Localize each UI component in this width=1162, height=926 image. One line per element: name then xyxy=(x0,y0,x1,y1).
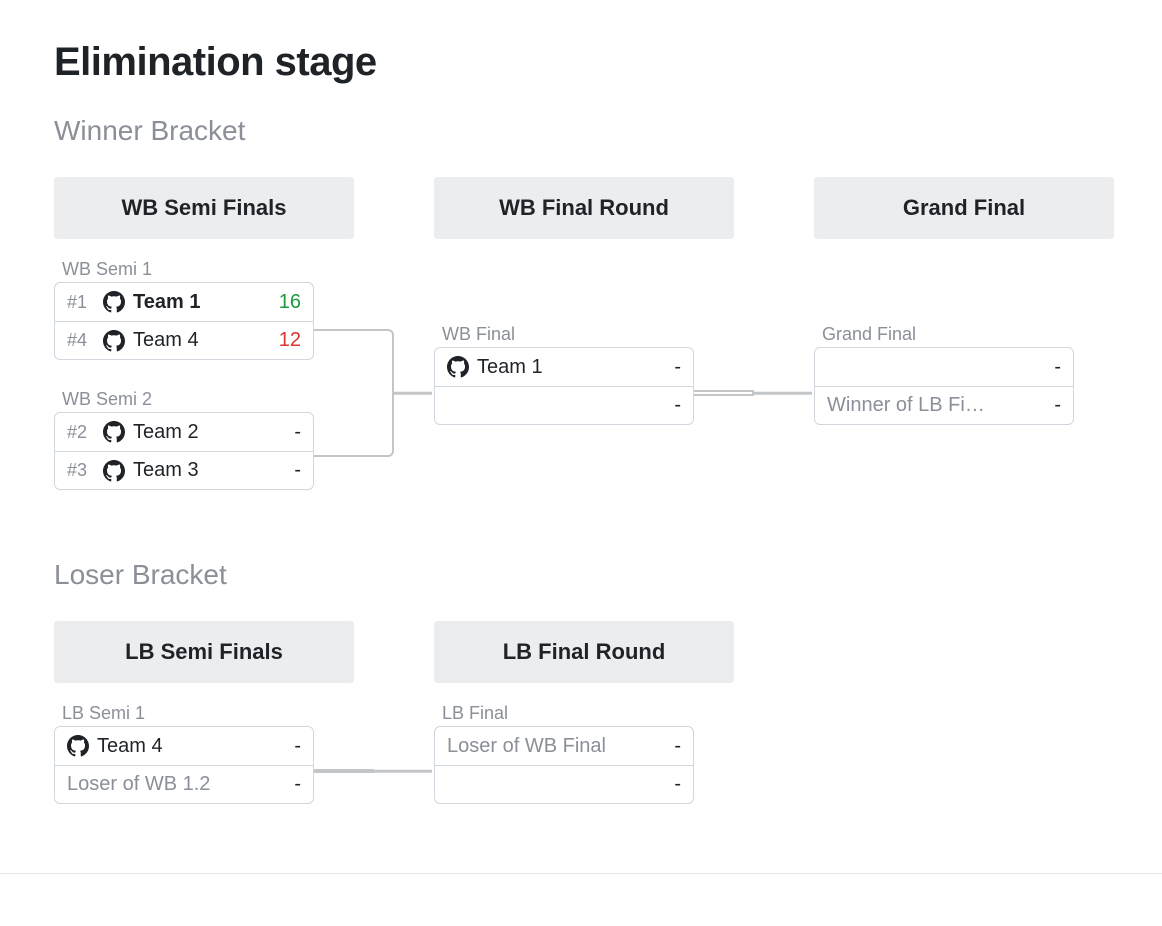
seed-label: #2 xyxy=(67,422,95,443)
github-icon xyxy=(67,735,89,757)
github-icon xyxy=(103,291,125,313)
github-icon xyxy=(103,421,125,443)
page-title: Elimination stage xyxy=(54,40,1162,85)
page-divider xyxy=(0,873,1162,874)
team-row: #3 Team 3 - xyxy=(55,451,313,489)
match-lb-final[interactable]: LB Final Loser of WB Final - - xyxy=(434,703,694,804)
score: - xyxy=(1031,394,1061,417)
lb-round-headers: LB Semi Finals LB Final Round xyxy=(54,621,1162,683)
github-icon xyxy=(103,460,125,482)
wb-round-header-final: WB Final Round xyxy=(434,177,734,239)
seed-label: #3 xyxy=(67,460,95,481)
match-caption: Grand Final xyxy=(822,324,1074,345)
team-row: #4 Team 4 12 xyxy=(55,321,313,359)
wb-round-header-grand: Grand Final xyxy=(814,177,1114,239)
team-row: - xyxy=(815,348,1073,386)
lb-round-header-semis: LB Semi Finals xyxy=(54,621,354,683)
team-row: - xyxy=(435,386,693,424)
score: - xyxy=(1031,356,1061,379)
score: - xyxy=(651,735,681,758)
team-name: Team 4 xyxy=(67,735,263,758)
score: - xyxy=(651,394,681,417)
match-caption: WB Final xyxy=(442,324,694,345)
team-name: Team 3 xyxy=(103,459,263,482)
match-caption: WB Semi 2 xyxy=(62,389,314,410)
score: - xyxy=(651,773,681,796)
team-row: Loser of WB Final - xyxy=(435,727,693,765)
team-row: - xyxy=(435,765,693,803)
score: - xyxy=(271,421,301,444)
wb-connector-semis-to-final xyxy=(314,329,394,457)
team-name: Loser of WB Final xyxy=(447,735,643,758)
wb-round-header-semis: WB Semi Finals xyxy=(54,177,354,239)
team-name: Team 4 xyxy=(103,329,263,352)
lb-round-header-final: LB Final Round xyxy=(434,621,734,683)
team-row: #2 Team 2 - xyxy=(55,413,313,451)
team-row: #1 Team 1 16 xyxy=(55,283,313,321)
team-row: Winner of LB Fi… - xyxy=(815,386,1073,424)
score: - xyxy=(271,459,301,482)
winner-bracket-label: Winner Bracket xyxy=(54,115,1162,147)
match-caption: WB Semi 1 xyxy=(62,259,314,280)
github-icon xyxy=(103,330,125,352)
match-caption: LB Semi 1 xyxy=(62,703,314,724)
score: - xyxy=(271,773,301,796)
score: 12 xyxy=(271,329,301,352)
winner-bracket: Winner Bracket WB Semi Finals WB Final R… xyxy=(54,115,1162,519)
score: - xyxy=(651,356,681,379)
team-name: Loser of WB 1.2 xyxy=(67,773,263,796)
team-name: Team 1 xyxy=(447,356,643,379)
seed-label: #4 xyxy=(67,330,95,351)
loser-bracket: Loser Bracket LB Semi Finals LB Final Ro… xyxy=(54,559,1162,833)
score: 16 xyxy=(271,291,301,314)
team-name: Team 1 xyxy=(103,291,263,314)
wb-connector-final-to-grand xyxy=(694,390,754,396)
github-icon xyxy=(447,356,469,378)
match-wb-final[interactable]: WB Final Team 1 - - xyxy=(434,324,694,425)
team-row: Team 1 - xyxy=(435,348,693,386)
team-row: Team 4 - xyxy=(55,727,313,765)
match-wb-semi-1[interactable]: WB Semi 1 #1 Team 1 16 #4 Team 4 xyxy=(54,259,314,360)
match-caption: LB Final xyxy=(442,703,694,724)
match-lb-semi-1[interactable]: LB Semi 1 Team 4 - Loser of WB 1.2 - xyxy=(54,703,314,804)
lb-connector-semi-to-final xyxy=(314,769,374,773)
match-wb-semi-2[interactable]: WB Semi 2 #2 Team 2 - #3 Team 3 xyxy=(54,389,314,490)
score: - xyxy=(271,735,301,758)
team-name: Team 2 xyxy=(103,421,263,444)
seed-label: #1 xyxy=(67,292,95,313)
team-row: Loser of WB 1.2 - xyxy=(55,765,313,803)
team-name: Winner of LB Fi… xyxy=(827,394,1023,417)
match-grand-final[interactable]: Grand Final - Winner of LB Fi… - xyxy=(814,324,1074,425)
loser-bracket-label: Loser Bracket xyxy=(54,559,1162,591)
wb-round-headers: WB Semi Finals WB Final Round Grand Fina… xyxy=(54,177,1162,239)
